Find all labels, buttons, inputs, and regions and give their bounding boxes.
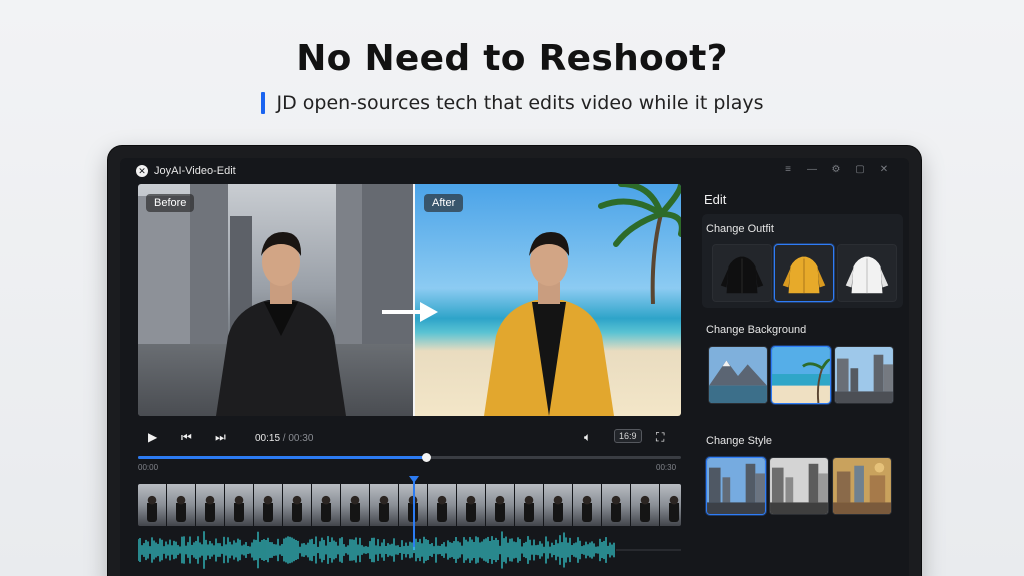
filmstrip-frame <box>660 484 681 526</box>
panel-title: Edit <box>704 192 727 207</box>
filmstrip-frame <box>457 484 485 526</box>
current-time: 00:15 <box>255 433 281 444</box>
after-label: After <box>424 194 464 212</box>
page-headline: No Need to Reshoot? <box>296 38 728 79</box>
laptop-frame: ✕ JoyAI-Video-Edit ≡ — ⚙ ▢ ✕ Before Afte… <box>108 146 921 576</box>
play-icon[interactable]: ▶ <box>148 426 157 448</box>
progress-handle[interactable] <box>421 453 431 462</box>
style-option-color[interactable] <box>706 457 766 515</box>
skip-back-icon[interactable]: ⏮ <box>181 426 192 448</box>
filmstrip-frame <box>341 484 369 526</box>
aspect-ratio-button[interactable]: 16:9 <box>614 429 642 443</box>
video-preview[interactable]: Before After <box>138 184 681 416</box>
before-pane <box>138 184 413 416</box>
total-time: 00:30 <box>288 433 314 444</box>
settings-icon[interactable]: ⚙ <box>831 164 841 175</box>
background-option-beach[interactable] <box>771 346 831 404</box>
close-icon[interactable]: ✕ <box>879 164 889 175</box>
volume-icon[interactable]: 🔈︎ <box>584 426 591 448</box>
before-label: Before <box>146 194 195 212</box>
player-controls: ▶ ⏮ ⏭ 00:15 / 00:30 🔈︎ 16:9 ⛶ <box>138 426 681 448</box>
filmstrip-frame <box>573 484 601 526</box>
audio-waveform[interactable] <box>138 530 681 570</box>
style-section <box>702 453 903 527</box>
filmstrip-frame <box>312 484 340 526</box>
person-black-jacket <box>216 232 346 416</box>
outfit-option-yellow[interactable] <box>774 244 834 302</box>
maximize-icon[interactable]: ▢ <box>855 164 865 175</box>
app-logo-icon: ✕ <box>136 165 148 177</box>
filmstrip-frame <box>631 484 659 526</box>
filmstrip-frame <box>254 484 282 526</box>
title-bar: ✕ JoyAI-Video-Edit ≡ — ⚙ ▢ ✕ <box>120 158 909 184</box>
fullscreen-icon[interactable]: ⛶ <box>656 426 664 448</box>
skip-forward-icon[interactable]: ⏭ <box>215 426 226 448</box>
filmstrip-frame <box>370 484 398 526</box>
menu-icon[interactable]: ≡ <box>783 164 793 175</box>
app-window: ✕ JoyAI-Video-Edit ≡ — ⚙ ▢ ✕ Before Afte… <box>120 158 909 576</box>
outfit-option-white[interactable] <box>837 244 897 302</box>
background-option-city[interactable] <box>834 346 894 404</box>
after-pane <box>414 184 681 416</box>
person-yellow-jacket <box>484 232 614 416</box>
accent-bar <box>260 92 265 114</box>
style-section-label: Change Style <box>706 435 773 447</box>
outfit-section: Change Outfit <box>702 214 903 308</box>
video-filmstrip[interactable] <box>138 484 681 526</box>
outfit-section-label: Change Outfit <box>706 223 774 235</box>
window-controls: ≡ — ⚙ ▢ ✕ <box>783 164 889 175</box>
edit-panel: Edit Change Outfit Change Background Cha… <box>696 184 909 576</box>
app-title: JoyAI-Video-Edit <box>154 165 236 177</box>
page-subheadline: JD open-sources tech that edits video wh… <box>0 92 1024 114</box>
minimize-icon[interactable]: — <box>807 164 817 175</box>
filmstrip-frame <box>283 484 311 526</box>
background-section <box>702 342 903 416</box>
background-option-mountain[interactable] <box>708 346 768 404</box>
time-display: 00:15 / 00:30 <box>255 426 313 450</box>
filmstrip-frame <box>225 484 253 526</box>
filmstrip-frame <box>486 484 514 526</box>
filmstrip-frame <box>515 484 543 526</box>
arrow-right-icon <box>382 302 438 322</box>
style-option-monochrome[interactable] <box>769 457 829 515</box>
style-option-painterly[interactable] <box>832 457 892 515</box>
filmstrip-frame <box>138 484 166 526</box>
background-section-label: Change Background <box>706 324 807 336</box>
outfit-option-black[interactable] <box>712 244 772 302</box>
filmstrip-frame <box>196 484 224 526</box>
filmstrip-frame <box>544 484 572 526</box>
filmstrip-frame <box>428 484 456 526</box>
filmstrip-frame <box>167 484 195 526</box>
subheadline-text: JD open-sources tech that edits video wh… <box>276 92 764 114</box>
timeline-end: 00:30 <box>656 463 677 472</box>
progress-fill <box>138 456 426 459</box>
timeline-start: 00:00 <box>138 463 159 472</box>
filmstrip-frame <box>602 484 630 526</box>
progress-bar[interactable] <box>138 453 681 462</box>
